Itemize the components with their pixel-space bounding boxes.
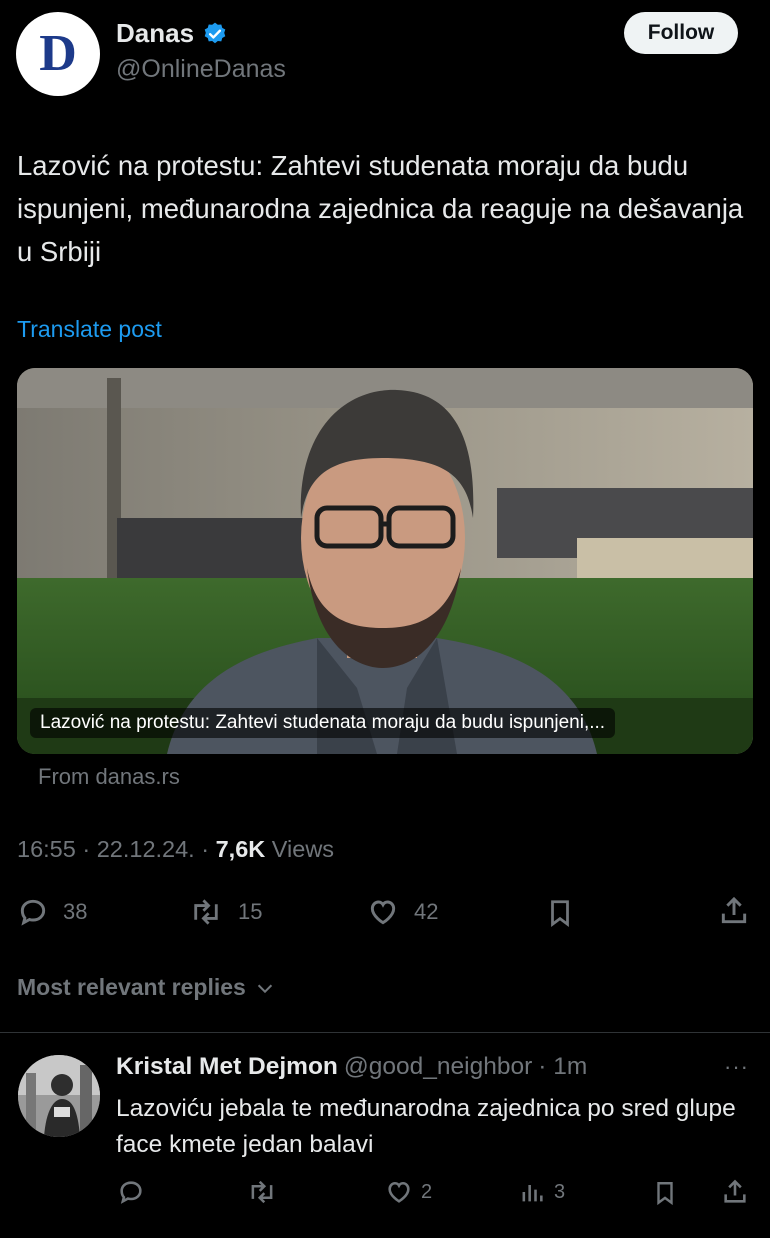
post-time[interactable]: 16:55: [17, 836, 76, 862]
reply-text: Lazoviću jebala te međunarodna zajednica…: [116, 1095, 736, 1158]
reply-more-button[interactable]: ···: [724, 1054, 749, 1080]
bookmark-icon: [551, 900, 569, 927]
reply-icon: [120, 1181, 142, 1204]
chevron-down-icon: [257, 984, 272, 993]
follow-button[interactable]: Follow: [624, 12, 738, 54]
reply-button[interactable]: 38: [17, 896, 87, 928]
reply-reply-button[interactable]: [117, 1178, 145, 1206]
bookmark-icon: [657, 1182, 673, 1206]
reply-count: 38: [63, 899, 88, 924]
reply-header: Kristal Met Dejmon @good_neighbor · 1m: [116, 1053, 587, 1081]
reply-icon: [20, 899, 46, 926]
author-avatar[interactable]: D: [16, 12, 100, 96]
views-count: 7,6K: [215, 836, 266, 862]
reply-views-button[interactable]: 3: [518, 1178, 565, 1206]
reply-like-count: 2: [421, 1180, 433, 1203]
replies-sort-label: Most relevant replies: [17, 974, 246, 1000]
repost-button[interactable]: 15: [188, 896, 262, 928]
translate-post-link[interactable]: Translate post: [17, 316, 162, 343]
share-button[interactable]: [718, 894, 750, 928]
reply-author-name[interactable]: Kristal Met Dejmon: [116, 1053, 338, 1081]
replies-sort-dropdown[interactable]: Most relevant replies: [17, 974, 276, 1001]
link-card-image[interactable]: [17, 368, 753, 754]
views-label: Views: [271, 836, 335, 862]
reply-share-button[interactable]: [721, 1177, 749, 1207]
reply-bookmark-button[interactable]: [652, 1178, 678, 1208]
reply-author-handle[interactable]: @good_neighbor: [344, 1053, 532, 1081]
repost-icon: [251, 1180, 273, 1204]
repost-icon: [194, 899, 218, 925]
like-count: 42: [414, 899, 439, 924]
reply-avatar[interactable]: [18, 1055, 100, 1137]
link-card-caption: Lazović na protestu: Zahtevi studenata m…: [30, 708, 616, 738]
post-date[interactable]: 22.12.24.: [97, 836, 195, 862]
heart-icon: [370, 900, 396, 925]
share-icon: [721, 896, 747, 924]
author-name[interactable]: Danas: [116, 18, 194, 49]
reply-views-count: 3: [554, 1180, 566, 1203]
divider: [0, 1032, 770, 1033]
link-card-source[interactable]: From danas.rs: [38, 764, 180, 790]
like-button[interactable]: 42: [366, 896, 438, 928]
reply-time[interactable]: · 1m: [538, 1053, 587, 1081]
repost-count: 15: [238, 899, 263, 924]
reply-repost-button[interactable]: [246, 1178, 278, 1206]
heart-icon: [388, 1181, 410, 1203]
bookmark-button[interactable]: [545, 896, 575, 930]
views-bar-chart-icon: [522, 1185, 543, 1202]
author-name-row[interactable]: Danas: [116, 18, 228, 49]
author-handle[interactable]: @OnlineDanas: [116, 55, 286, 84]
post-meta: 16:55 · 22.12.24. · 7,6K Views: [17, 836, 335, 862]
reply-like-button[interactable]: 2: [385, 1178, 432, 1206]
verified-badge-icon: [204, 22, 226, 43]
share-icon: [724, 1179, 746, 1203]
avatar-letter: D: [39, 25, 77, 82]
post-text: Lazović na protestu: Zahtevi studenata m…: [17, 150, 744, 267]
